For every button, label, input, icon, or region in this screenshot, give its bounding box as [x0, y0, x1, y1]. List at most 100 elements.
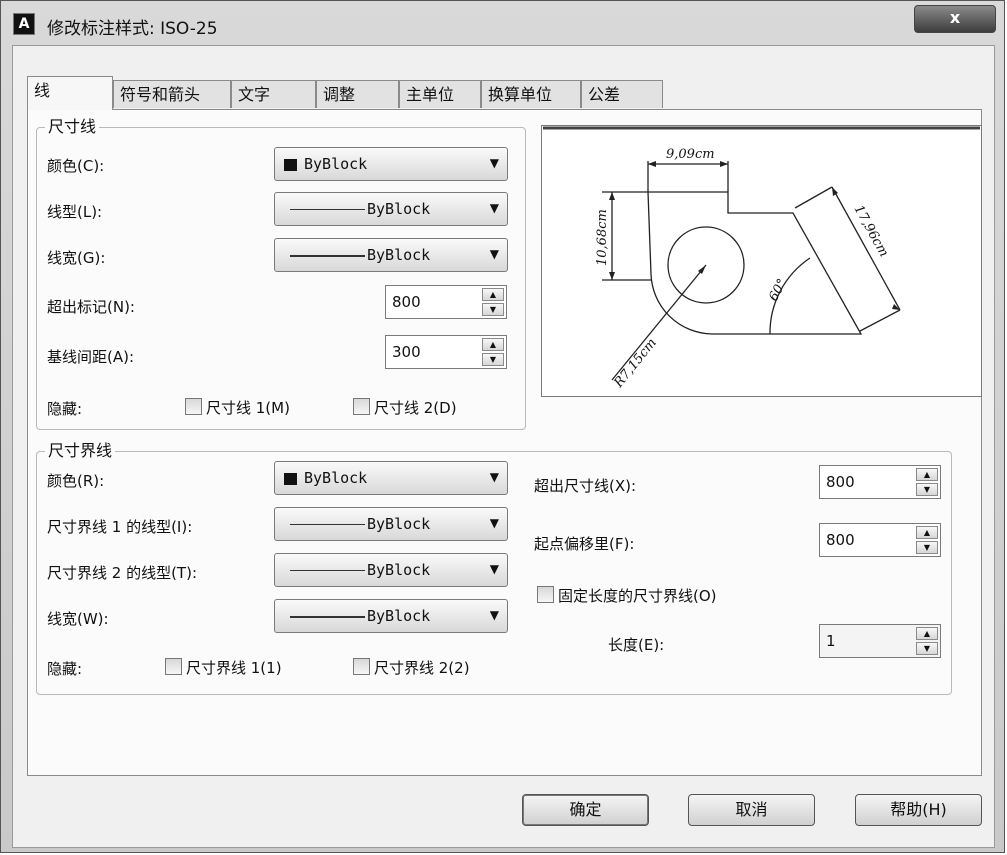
tab-panel-lines: 尺寸线 颜色(C): ByBlock ▼ 线型(L): ByBlock ▼ 线宽… [27, 109, 982, 776]
ext-length-value: 1 [826, 632, 836, 650]
fixed-length-label: 固定长度的尺寸界线(O) [558, 587, 717, 605]
tab-tolerances[interactable]: 公差 [581, 80, 663, 108]
tab-lines[interactable]: 线 [27, 76, 113, 110]
window-title: 修改标注样式: ISO-25 [47, 19, 218, 39]
dim-color-select[interactable]: ByBlock ▼ [274, 147, 508, 181]
dim-suppress-label: 隐藏: [47, 400, 83, 418]
preview-top-dimension-text: 9,09cm [666, 147, 715, 162]
checkbox-box[interactable] [185, 398, 202, 415]
dimension-preview-drawing: 9,09cm 10,68cm 17,96cm 60° R7,15cm [543, 126, 980, 392]
baseline-spacing-value: 300 [392, 343, 421, 361]
style-preview: 9,09cm 10,68cm 17,96cm 60° R7,15cm [541, 125, 982, 397]
suppress-ext-line-1-checkbox[interactable]: 尺寸界线 1(1) [165, 657, 282, 678]
dropdown-arrow-icon: ▼ [489, 201, 499, 215]
tab-alternate-units[interactable]: 换算单位 [481, 80, 581, 108]
title-bar: A 修改标注样式: ISO-25 x [1, 1, 1004, 45]
ext-linetype2-select[interactable]: ByBlock ▼ [274, 553, 508, 587]
checkbox-box[interactable] [165, 658, 182, 675]
fixed-length-checkbox[interactable]: 固定长度的尺寸界线(O) [537, 585, 717, 606]
ext-beyond-label: 超出尺寸线(X): [534, 477, 637, 495]
preview-radius-dimension-text: R7,15cm [611, 336, 660, 392]
dim-lineweight-value: ByBlock [367, 246, 431, 264]
dimension-style-dialog: A 修改标注样式: ISO-25 x 线 符号和箭头 文字 调整 主单位 换算单… [0, 0, 1005, 853]
dim-extend-value: 800 [392, 293, 421, 311]
checkbox-box[interactable] [353, 398, 370, 415]
spin-down-icon[interactable]: ▼ [916, 541, 938, 554]
spin-up-icon[interactable]: ▲ [916, 526, 938, 539]
color-swatch [284, 473, 297, 485]
dropdown-arrow-icon: ▼ [489, 516, 499, 530]
spin-up-icon[interactable]: ▲ [916, 468, 938, 481]
ext-offset-label: 起点偏移里(F): [534, 535, 635, 553]
tab-fit[interactable]: 调整 [316, 80, 399, 108]
extension-line-group: 尺寸界线 颜色(R): ByBlock ▼ 尺寸界线 1 的线型(I): ByB… [36, 440, 952, 695]
lineweight-sample [290, 255, 365, 257]
tab-symbols-arrows[interactable]: 符号和箭头 [113, 80, 231, 108]
dim-linetype-label: 线型(L): [47, 203, 103, 221]
dim-linetype-value: ByBlock [367, 200, 431, 218]
ok-button[interactable]: 确定 [522, 794, 649, 826]
dimension-line-legend: 尺寸线 [45, 116, 100, 138]
dropdown-arrow-icon: ▼ [489, 156, 499, 170]
linetype-sample [290, 524, 365, 525]
dim-color-label: 颜色(C): [47, 157, 105, 175]
checkbox-box[interactable] [537, 586, 554, 603]
dim-lineweight-select[interactable]: ByBlock ▼ [274, 238, 508, 272]
ext-color-select[interactable]: ByBlock ▼ [274, 461, 508, 495]
linetype-sample [290, 570, 365, 571]
ext-lineweight-select[interactable]: ByBlock ▼ [274, 599, 508, 633]
ext-offset-value: 800 [826, 531, 855, 549]
suppress-ext-line-2-checkbox[interactable]: 尺寸界线 2(2) [353, 657, 470, 678]
dim-linetype-select[interactable]: ByBlock ▼ [274, 192, 508, 226]
dim-extend-spinner[interactable]: 800 ▲ ▼ [385, 285, 507, 319]
dropdown-arrow-icon: ▼ [489, 608, 499, 622]
ext-linetype1-select[interactable]: ByBlock ▼ [274, 507, 508, 541]
ext-color-label: 颜色(R): [47, 472, 105, 490]
baseline-spacing-spinner[interactable]: 300 ▲ ▼ [385, 335, 507, 369]
dropdown-arrow-icon: ▼ [489, 247, 499, 261]
color-swatch [284, 159, 297, 171]
ext-beyond-spinner[interactable]: 800 ▲ ▼ [819, 465, 941, 499]
ext-beyond-value: 800 [826, 473, 855, 491]
ext-suppress-label: 隐藏: [47, 660, 83, 678]
dropdown-arrow-icon: ▼ [489, 470, 499, 484]
close-button[interactable]: x [914, 5, 996, 33]
spin-down-icon[interactable]: ▼ [916, 483, 938, 496]
suppress-dim-line-1-checkbox[interactable]: 尺寸线 1(M) [185, 397, 290, 418]
linetype-sample [290, 209, 365, 210]
spin-down-icon[interactable]: ▼ [482, 303, 504, 316]
suppress-dim-line-2-label: 尺寸线 2(D) [374, 399, 457, 417]
dim-extend-label: 超出标记(N): [47, 298, 135, 316]
suppress-ext-line-2-label: 尺寸界线 2(2) [374, 659, 470, 677]
dialog-client-area: 线 符号和箭头 文字 调整 主单位 换算单位 公差 尺寸线 颜色(C): ByB… [12, 45, 995, 848]
suppress-ext-line-1-label: 尺寸界线 1(1) [186, 659, 282, 677]
spin-up-icon[interactable]: ▲ [482, 288, 504, 301]
ext-linetype2-value: ByBlock [367, 561, 431, 579]
spin-down-icon[interactable]: ▼ [916, 642, 938, 655]
ext-linetype1-label: 尺寸界线 1 的线型(I): [47, 518, 193, 536]
ext-lineweight-label: 线宽(W): [47, 610, 109, 628]
dimension-line-group: 尺寸线 颜色(C): ByBlock ▼ 线型(L): ByBlock ▼ 线宽… [36, 116, 526, 430]
lineweight-sample [290, 616, 365, 618]
spin-up-icon[interactable]: ▲ [482, 338, 504, 351]
autocad-app-icon: A [13, 13, 35, 35]
tab-text[interactable]: 文字 [231, 80, 316, 108]
ext-length-label: 长度(E): [608, 636, 665, 654]
ext-length-spinner[interactable]: 1 ▲ ▼ [819, 624, 941, 658]
suppress-dim-line-2-checkbox[interactable]: 尺寸线 2(D) [353, 397, 457, 418]
spin-up-icon[interactable]: ▲ [916, 627, 938, 640]
dim-color-value: ByBlock [304, 155, 368, 173]
baseline-spacing-label: 基线间距(A): [47, 348, 135, 366]
spin-down-icon[interactable]: ▼ [482, 353, 504, 366]
ext-offset-spinner[interactable]: 800 ▲ ▼ [819, 523, 941, 557]
preview-left-dimension-text: 10,68cm [595, 209, 610, 266]
ext-linetype2-label: 尺寸界线 2 的线型(T): [47, 564, 198, 582]
ext-color-value: ByBlock [304, 469, 368, 487]
dropdown-arrow-icon: ▼ [489, 562, 499, 576]
dim-lineweight-label: 线宽(G): [47, 249, 106, 267]
cancel-button[interactable]: 取消 [688, 794, 815, 826]
help-button[interactable]: 帮助(H) [855, 794, 982, 826]
checkbox-box[interactable] [353, 658, 370, 675]
ext-lineweight-value: ByBlock [367, 607, 431, 625]
tab-primary-units[interactable]: 主单位 [399, 80, 481, 108]
